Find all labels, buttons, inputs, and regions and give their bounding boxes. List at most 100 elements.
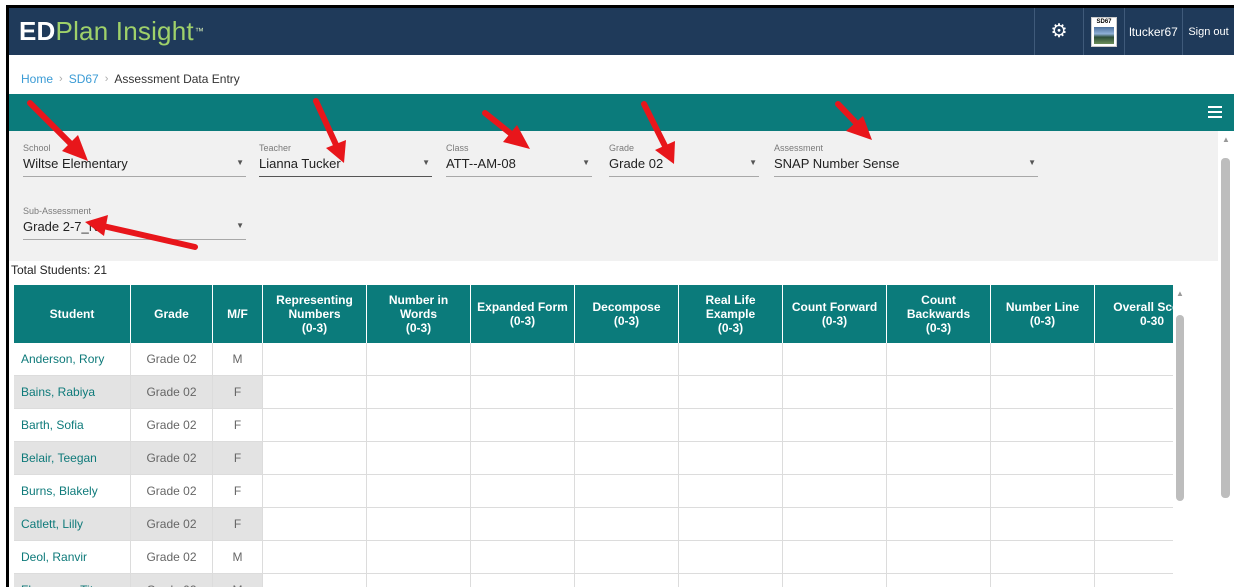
score-entry-cell[interactable]	[991, 541, 1095, 574]
score-entry-cell[interactable]	[1095, 343, 1175, 376]
score-entry-cell[interactable]	[991, 475, 1095, 508]
column-header-number-in-words[interactable]: Number in Words (0-3)	[367, 285, 471, 343]
score-entry-cell[interactable]	[575, 343, 679, 376]
student-name-link[interactable]: Deol, Ranvir	[14, 541, 131, 574]
column-header-representing-numbers[interactable]: Representing Numbers (0-3)	[263, 285, 367, 343]
score-entry-cell[interactable]	[887, 343, 991, 376]
score-entry-cell[interactable]	[1095, 475, 1175, 508]
scrollbar-thumb[interactable]	[1221, 158, 1230, 498]
column-header-count-backwards[interactable]: Count Backwards (0-3)	[887, 285, 991, 343]
column-header-expanded-form[interactable]: Expanded Form (0-3)	[471, 285, 575, 343]
app-logo[interactable]: EDPlan Insight™	[19, 16, 204, 46]
score-entry-cell[interactable]	[991, 508, 1095, 541]
score-entry-cell[interactable]	[575, 376, 679, 409]
score-entry-cell[interactable]	[367, 409, 471, 442]
scrollbar-thumb[interactable]	[1176, 315, 1184, 501]
score-entry-cell[interactable]	[679, 409, 783, 442]
class-dropdown[interactable]: Class ATT--AM-08 ▼	[446, 131, 592, 177]
score-entry-cell[interactable]	[367, 343, 471, 376]
score-entry-cell[interactable]	[783, 376, 887, 409]
score-entry-cell[interactable]	[575, 574, 679, 587]
score-entry-cell[interactable]	[887, 508, 991, 541]
score-entry-cell[interactable]	[575, 508, 679, 541]
student-name-link[interactable]: Barth, Sofia	[14, 409, 131, 442]
hamburger-menu-icon[interactable]	[1208, 106, 1222, 118]
score-entry-cell[interactable]	[1095, 541, 1175, 574]
score-entry-cell[interactable]	[679, 442, 783, 475]
score-entry-cell[interactable]	[679, 508, 783, 541]
score-entry-cell[interactable]	[471, 409, 575, 442]
score-entry-cell[interactable]	[679, 343, 783, 376]
username-link[interactable]: ltucker67	[1124, 8, 1182, 55]
score-entry-cell[interactable]	[575, 475, 679, 508]
score-entry-cell[interactable]	[471, 508, 575, 541]
score-entry-cell[interactable]	[471, 376, 575, 409]
score-entry-cell[interactable]	[887, 574, 991, 587]
table-scrollbar[interactable]: ▲	[1173, 285, 1187, 587]
score-entry-cell[interactable]	[367, 475, 471, 508]
score-entry-cell[interactable]	[367, 508, 471, 541]
student-name-link[interactable]: Anderson, Rory	[14, 343, 131, 376]
column-header-mf[interactable]: M/F	[213, 285, 263, 343]
score-entry-cell[interactable]	[367, 574, 471, 587]
student-name-link[interactable]: Burns, Blakely	[14, 475, 131, 508]
score-entry-cell[interactable]	[263, 475, 367, 508]
score-entry-cell[interactable]	[679, 541, 783, 574]
student-name-link[interactable]: Catlett, Lilly	[14, 508, 131, 541]
score-entry-cell[interactable]	[887, 442, 991, 475]
score-entry-cell[interactable]	[887, 475, 991, 508]
score-entry-cell[interactable]	[263, 376, 367, 409]
score-entry-cell[interactable]	[783, 508, 887, 541]
score-entry-cell[interactable]	[991, 343, 1095, 376]
score-entry-cell[interactable]	[263, 409, 367, 442]
column-header-grade[interactable]: Grade	[131, 285, 213, 343]
score-entry-cell[interactable]	[263, 574, 367, 587]
score-entry-cell[interactable]	[679, 574, 783, 587]
breadcrumb-home[interactable]: Home	[21, 72, 53, 86]
score-entry-cell[interactable]	[263, 541, 367, 574]
column-header-real-life-example[interactable]: Real Life Example (0-3)	[679, 285, 783, 343]
score-entry-cell[interactable]	[367, 376, 471, 409]
score-entry-cell[interactable]	[991, 442, 1095, 475]
breadcrumb-district[interactable]: SD67	[69, 72, 99, 86]
page-scrollbar[interactable]: ▲	[1218, 131, 1234, 587]
score-entry-cell[interactable]	[991, 574, 1095, 587]
teacher-dropdown[interactable]: Teacher Lianna Tucker ▼	[259, 131, 432, 177]
student-name-link[interactable]: Bains, Rabiya	[14, 376, 131, 409]
score-entry-cell[interactable]	[367, 541, 471, 574]
sub-assessment-dropdown[interactable]: Sub-Assessment Grade 2-7_Nu ▼	[23, 194, 246, 240]
settings-button[interactable]: ⚙	[1034, 8, 1083, 55]
score-entry-cell[interactable]	[887, 541, 991, 574]
score-entry-cell[interactable]	[263, 442, 367, 475]
score-entry-cell[interactable]	[783, 475, 887, 508]
score-entry-cell[interactable]	[783, 409, 887, 442]
score-entry-cell[interactable]	[575, 409, 679, 442]
score-entry-cell[interactable]	[887, 409, 991, 442]
score-entry-cell[interactable]	[471, 442, 575, 475]
score-entry-cell[interactable]	[783, 574, 887, 587]
score-entry-cell[interactable]	[783, 541, 887, 574]
student-name-link[interactable]: Belair, Teegan	[14, 442, 131, 475]
column-header-count-forward[interactable]: Count Forward (0-3)	[783, 285, 887, 343]
assessment-dropdown[interactable]: Assessment SNAP Number Sense ▼	[774, 131, 1038, 177]
score-entry-cell[interactable]	[991, 376, 1095, 409]
score-entry-cell[interactable]	[575, 541, 679, 574]
column-header-overall-score[interactable]: Overall Score 0-30	[1095, 285, 1175, 343]
score-entry-cell[interactable]	[783, 343, 887, 376]
score-entry-cell[interactable]	[263, 343, 367, 376]
score-entry-cell[interactable]	[367, 442, 471, 475]
column-header-student[interactable]: Student	[14, 285, 131, 343]
score-entry-cell[interactable]	[471, 541, 575, 574]
score-entry-cell[interactable]	[1095, 508, 1175, 541]
sign-out-button[interactable]: Sign out	[1182, 8, 1234, 55]
column-header-decompose[interactable]: Decompose (0-3)	[575, 285, 679, 343]
column-header-number-line[interactable]: Number Line (0-3)	[991, 285, 1095, 343]
student-name-link[interactable]: Flamenco, Titus	[14, 574, 131, 587]
grade-dropdown[interactable]: Grade Grade 02 ▼	[609, 131, 759, 177]
score-entry-cell[interactable]	[471, 343, 575, 376]
score-entry-cell[interactable]	[887, 376, 991, 409]
score-entry-cell[interactable]	[471, 574, 575, 587]
school-dropdown[interactable]: School Wiltse Elementary ▼	[23, 131, 246, 177]
score-entry-cell[interactable]	[1095, 376, 1175, 409]
score-entry-cell[interactable]	[783, 442, 887, 475]
